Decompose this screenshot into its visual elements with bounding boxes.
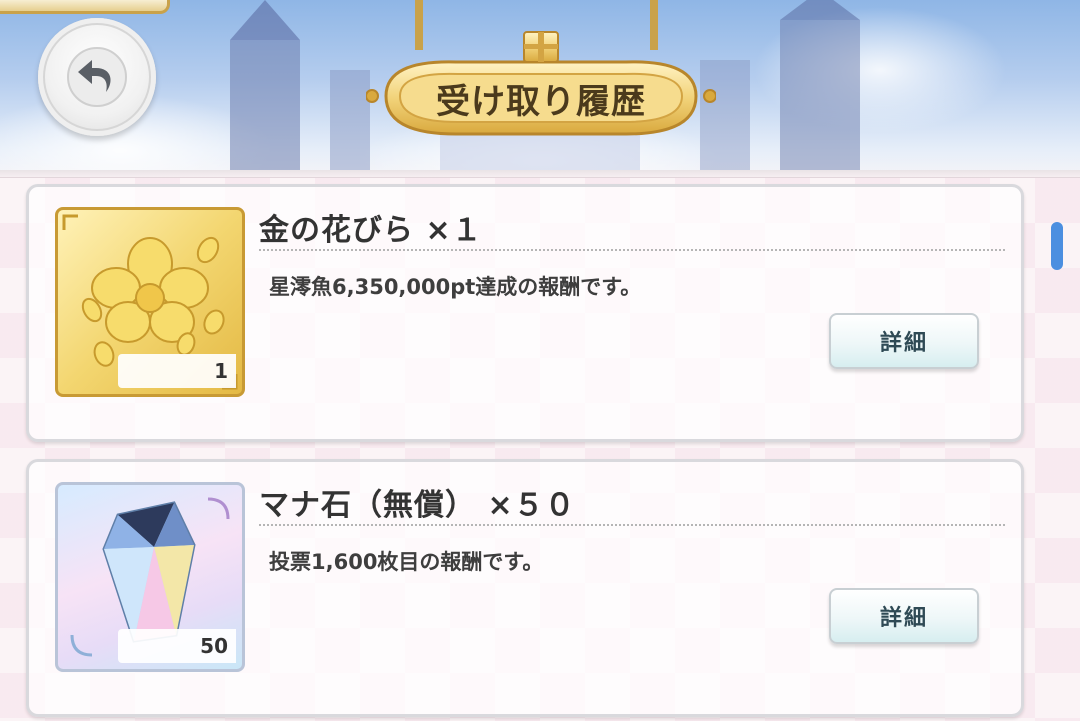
detail-button[interactable]: 詳細 [829,313,979,369]
page-title: 受け取り履歴 [436,82,646,122]
history-list[interactable]: 1 金の花びら ×１ 星澪魚6,350,000pt達成の報酬です。 詳細 50 … [0,178,1080,721]
item-name: マナ石（無償） ×５０ [259,488,576,523]
item-thumbnail: 50 [55,482,245,672]
item-name: 金の花びら ×１ [259,213,483,248]
detail-button[interactable]: 詳細 [829,588,979,644]
back-arrow-icon [67,47,127,107]
item-quantity: 1 [118,354,236,388]
header-divider [0,170,1080,178]
divider [259,524,1005,526]
back-button[interactable] [38,18,156,136]
history-card: 50 マナ石（無償） ×５０ 投票1,600枚目の報酬です。 詳細 [26,459,1024,717]
title-plate: 受け取り履歴 [366,30,716,156]
item-thumbnail: 1 [55,207,245,397]
header: 受け取り履歴 [0,0,1080,176]
item-description: 投票1,600枚目の報酬です。 [269,550,544,574]
history-card: 1 金の花びら ×１ 星澪魚6,350,000pt達成の報酬です。 詳細 [26,184,1024,442]
item-description: 星澪魚6,350,000pt達成の報酬です。 [269,275,642,299]
divider [259,249,1005,251]
corner-tab [0,0,170,14]
scrollbar[interactable] [1051,222,1063,270]
item-quantity: 50 [118,629,236,663]
